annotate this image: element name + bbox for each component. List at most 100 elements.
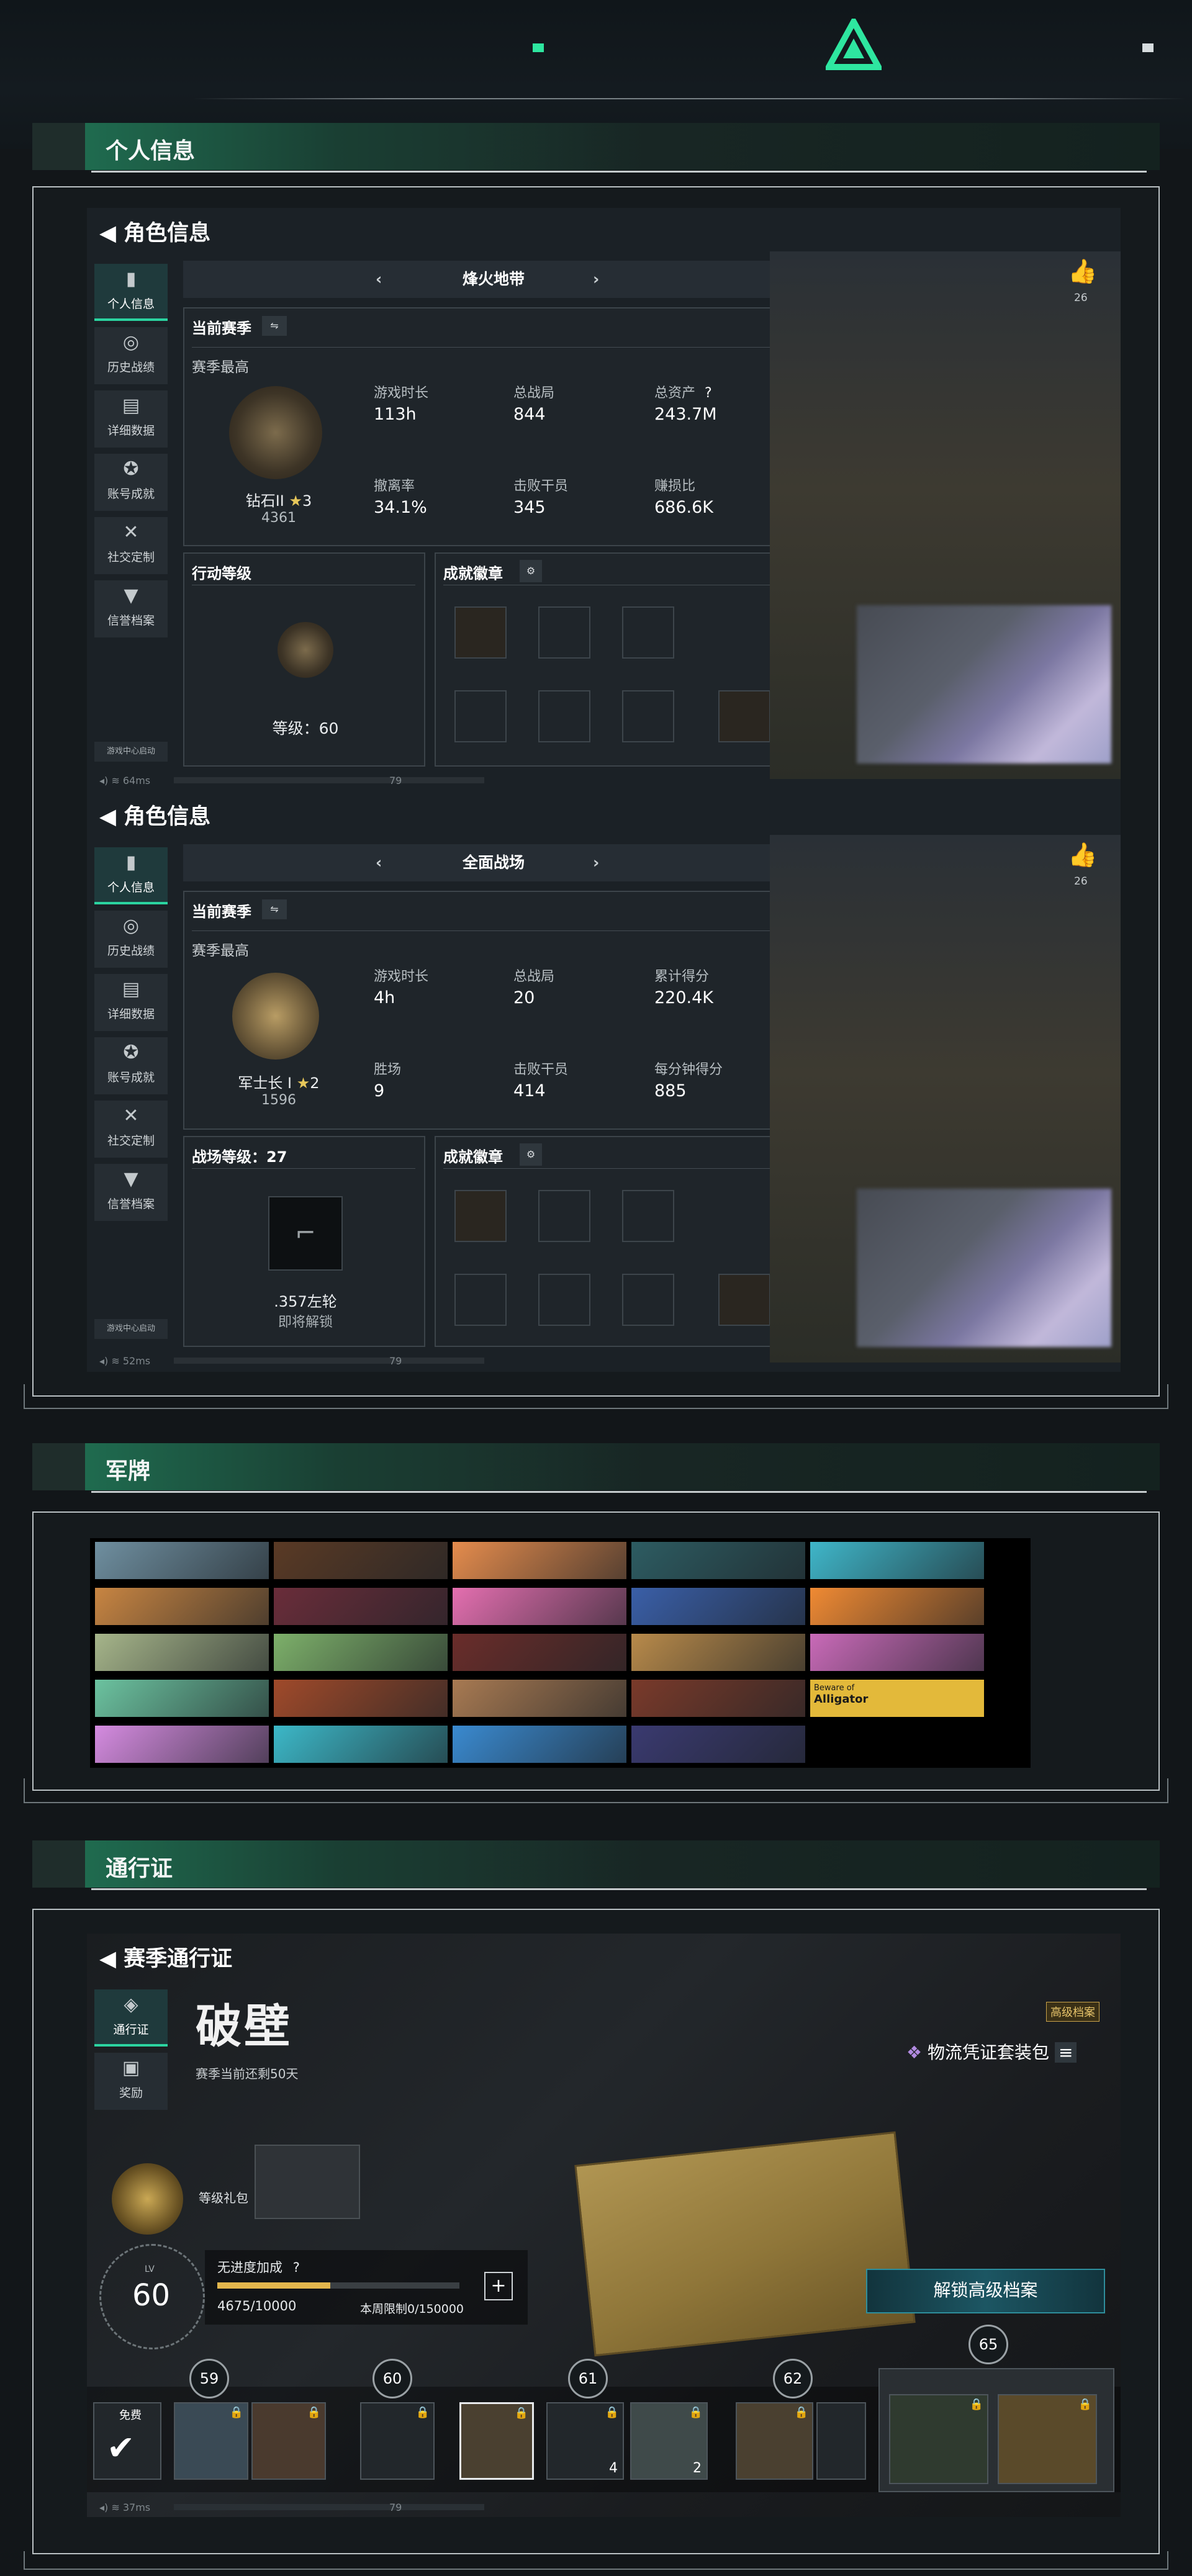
dog-tag-card[interactable] (95, 1588, 269, 1625)
gift-pack-icon[interactable] (112, 2163, 183, 2235)
unlock-premium-button[interactable]: 解锁高级档案 (866, 2269, 1105, 2313)
achievement-slot[interactable] (538, 606, 590, 659)
help-icon: ? (705, 385, 712, 401)
add-boost-button[interactable]: + (484, 2272, 513, 2300)
dog-tag-card[interactable] (810, 1588, 984, 1625)
achievement-slot[interactable] (622, 606, 674, 659)
achievement-slot[interactable] (622, 1190, 674, 1242)
like-icon[interactable]: 👍 (1068, 841, 1097, 869)
level-node: 61 (568, 2359, 608, 2398)
settings-gear-icon[interactable]: ⚙ (520, 1143, 542, 1166)
back-button[interactable]: ◀ 赛季通行证 (99, 1941, 232, 1973)
dog-tag-card[interactable] (95, 1680, 269, 1717)
pass-icon: ◈ (124, 1994, 138, 2015)
tab-social[interactable]: ✕ 社交定制 (94, 517, 168, 574)
tab-personal-info[interactable]: ▮ 个人信息 (94, 847, 168, 904)
bar-chart-icon: ▮ (125, 268, 137, 290)
dog-tag-card[interactable] (631, 1680, 805, 1717)
dog-tag-card[interactable] (453, 1726, 626, 1763)
weapon-reward[interactable]: 🔒 (889, 2394, 988, 2484)
dog-tag-card[interactable] (631, 1588, 805, 1625)
tab-credit[interactable]: ▼ 信誉档案 (94, 1164, 168, 1221)
achievement-slot[interactable] (538, 1190, 590, 1242)
achievement-slot[interactable] (538, 1274, 590, 1326)
dog-tag-card[interactable] (453, 1680, 626, 1717)
reward-item[interactable]: 🔒 (251, 2402, 326, 2480)
back-button[interactable]: ◀ 角色信息 (99, 799, 210, 831)
stat-value: 220.4K (654, 988, 714, 1007)
dog-tag-card[interactable] (631, 1542, 805, 1579)
reward-item[interactable]: 🔒 4 (546, 2402, 624, 2480)
free-claimed-slot[interactable]: 免费 ✔ (93, 2402, 161, 2480)
achievement-slot[interactable] (454, 690, 507, 742)
dog-tag-card[interactable] (453, 1634, 626, 1671)
tab-details[interactable]: ▤ 详细数据 (94, 390, 168, 448)
tab-achievements[interactable]: ✪ 账号成就 (94, 1037, 168, 1094)
swap-icon[interactable]: ⇋ (262, 316, 287, 336)
tab-personal-info[interactable]: ▮ 个人信息 (94, 264, 168, 321)
dog-tag-grid: Beware of Alligator (90, 1538, 1031, 1768)
history-icon: ◎ (122, 331, 140, 353)
dog-tag-card[interactable] (95, 1542, 269, 1579)
reward-item[interactable]: 🔒 (360, 2402, 435, 2480)
dog-tag-card[interactable] (274, 1588, 448, 1625)
prev-mode-button[interactable]: ‹ (376, 844, 382, 881)
achievement-slot[interactable] (622, 1274, 674, 1326)
lock-icon: 🔒 (689, 2406, 703, 2419)
dog-tag-card[interactable] (274, 1680, 448, 1717)
tab-achievements[interactable]: ✪ 账号成就 (94, 454, 168, 511)
tab-credit[interactable]: ▼ 信誉档案 (94, 580, 168, 637)
lock-icon: 🔒 (307, 2406, 321, 2419)
game-center-link[interactable]: 游戏中心启动 (94, 1319, 168, 1339)
dog-tag-card[interactable] (274, 1542, 448, 1579)
dog-tag-card[interactable] (810, 1634, 984, 1671)
stat-value: 9 (374, 1081, 385, 1101)
dog-tag-card[interactable] (453, 1588, 626, 1625)
reward-item[interactable]: 🔒 2 (630, 2402, 708, 2480)
achievement-slot[interactable] (538, 690, 590, 742)
achievement-slot[interactable] (454, 606, 507, 659)
reward-item[interactable]: 🔒 (174, 2402, 248, 2480)
crate-reward[interactable]: 🔒 (998, 2394, 1097, 2484)
reward-item[interactable] (816, 2402, 866, 2480)
tab-social[interactable]: ✕ 社交定制 (94, 1101, 168, 1158)
bundle-title[interactable]: ❖ 物流凭证套装包 ≡ (906, 2039, 1077, 2064)
game-center-link[interactable]: 游戏中心启动 (94, 742, 168, 762)
achievement-slot[interactable] (718, 690, 770, 742)
reward-item-selected[interactable]: 🔒 (459, 2402, 534, 2480)
battle-pass-panel: ◀ 赛季通行证 ◈ 通行证 ▣ 奖励 破壁 赛季当前还剩50天 高级档案 ❖ 物流凭… (87, 1934, 1121, 2517)
achievement-slot[interactable] (454, 1274, 507, 1326)
reward-item[interactable]: 🔒 (736, 2402, 813, 2480)
dog-tag-card[interactable] (810, 1542, 984, 1579)
dog-tag-card[interactable] (453, 1542, 626, 1579)
tab-history[interactable]: ◎ 历史战绩 (94, 911, 168, 968)
network-status: ◂) ≋ 52ms (99, 1355, 151, 1367)
dog-tag-card[interactable] (274, 1726, 448, 1763)
tab-rewards[interactable]: ▣ 奖励 (94, 2053, 168, 2110)
dog-tag-card[interactable] (631, 1726, 805, 1763)
achievement-slot[interactable] (454, 1190, 507, 1242)
tab-history[interactable]: ◎ 历史战绩 (94, 327, 168, 384)
tab-details[interactable]: ▤ 详细数据 (94, 974, 168, 1031)
dog-tag-card[interactable] (95, 1726, 269, 1763)
shield-icon: ▼ (124, 1168, 138, 1190)
like-icon[interactable]: 👍 (1068, 258, 1097, 286)
dog-tag-card[interactable] (631, 1634, 805, 1671)
next-mode-button[interactable]: › (593, 844, 599, 881)
season-box: 当前赛季 ⇋ 赛季最高 军士长 I ★2 1596 游戏时长 4h 总战局 20… (183, 891, 804, 1130)
achievement-slot[interactable] (718, 1274, 770, 1326)
back-button[interactable]: ◀ 角色信息 (99, 215, 210, 247)
season-box: 当前赛季 ⇋ 赛季最高 钻石II ★3 4361 游戏时长 113h 总战局 8… (183, 307, 804, 546)
tab-label: 详细数据 (107, 424, 155, 438)
tab-label: 社交定制 (107, 1134, 155, 1148)
dog-tag-card[interactable] (95, 1634, 269, 1671)
dog-tag-card[interactable] (274, 1634, 448, 1671)
achievement-slot[interactable] (622, 690, 674, 742)
settings-gear-icon[interactable]: ⚙ (520, 560, 542, 582)
next-mode-button[interactable]: › (593, 261, 599, 298)
progress-card: 无进度加成 ? 4675/10000 本周限制0/150000 + (205, 2250, 528, 2325)
swap-icon[interactable]: ⇋ (262, 899, 287, 919)
dog-tag-card[interactable]: Beware of Alligator (810, 1680, 984, 1717)
tab-pass[interactable]: ◈ 通行证 (94, 1989, 168, 2047)
prev-mode-button[interactable]: ‹ (376, 261, 382, 298)
